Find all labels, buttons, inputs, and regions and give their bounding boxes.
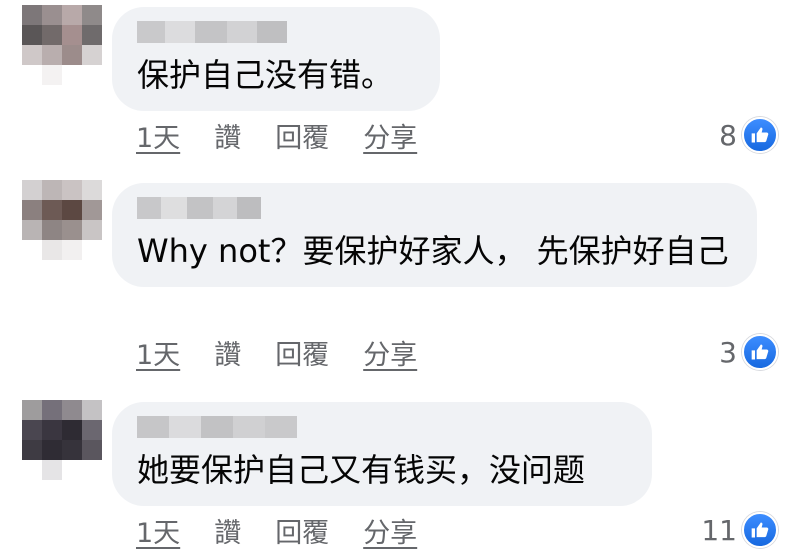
share-button[interactable]: 分享 [363, 511, 417, 550]
like-button[interactable]: 讚 [214, 333, 241, 372]
avatar[interactable] [22, 400, 102, 480]
comment-actions: 1天 讚 回覆 分享 [136, 511, 451, 550]
share-button[interactable]: 分享 [363, 333, 417, 372]
thumbs-up-icon [742, 117, 778, 153]
timestamp-link[interactable]: 1天 [136, 116, 180, 155]
commenter-name-blurred[interactable] [137, 197, 261, 219]
comment-text: 保护自己没有错。 [137, 56, 394, 94]
reaction-count-badge[interactable]: 8 [719, 117, 778, 153]
commenter-name-blurred[interactable] [137, 21, 287, 43]
thumbs-up-icon [742, 334, 778, 370]
reply-button[interactable]: 回覆 [275, 116, 329, 155]
avatar[interactable] [22, 180, 102, 260]
comment-actions: 1天 讚 回覆 分享 [136, 116, 451, 155]
like-button[interactable]: 讚 [214, 511, 241, 550]
timestamp-link[interactable]: 1天 [136, 511, 180, 550]
reaction-count: 3 [719, 335, 737, 369]
commenter-name-blurred[interactable] [137, 416, 297, 438]
comment-text: 她要保护自己又有钱买，没问题 [137, 451, 586, 489]
reaction-count: 8 [719, 118, 737, 152]
comment-bubble: 保护自己没有错。 [112, 7, 440, 111]
comment-actions: 1天 讚 回覆 分享 [136, 333, 451, 372]
timestamp-link[interactable]: 1天 [136, 333, 180, 372]
comment-bubble: 她要保护自己又有钱买，没问题 [112, 402, 652, 506]
reaction-count: 11 [701, 513, 737, 547]
comment-bubble: Why not？要保护好家人， 先保护好自己 [112, 183, 757, 287]
share-button[interactable]: 分享 [363, 116, 417, 155]
reaction-count-badge[interactable]: 3 [719, 334, 778, 370]
reply-button[interactable]: 回覆 [275, 333, 329, 372]
avatar[interactable] [22, 5, 102, 85]
thumbs-up-icon [742, 512, 778, 548]
reply-button[interactable]: 回覆 [275, 511, 329, 550]
comment-text: Why not？要保护好家人， 先保护好自己 [137, 232, 729, 270]
reaction-count-badge[interactable]: 11 [701, 512, 778, 548]
like-button[interactable]: 讚 [214, 116, 241, 155]
